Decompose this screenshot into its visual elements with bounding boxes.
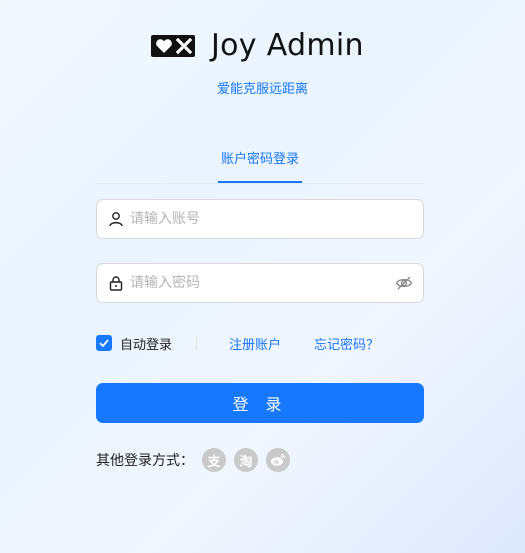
- account-input[interactable]: [130, 200, 423, 238]
- app-slogan: 爱能克服远距离: [216, 82, 308, 97]
- password-input[interactable]: [130, 264, 395, 302]
- login-button[interactable]: 登 录: [96, 383, 424, 423]
- remember-label[interactable]: 自动登录: [120, 334, 172, 353]
- other-login: 其他登录方式： 支 淘: [96, 447, 290, 473]
- register-link[interactable]: 注册账户: [229, 334, 281, 353]
- weibo-icon[interactable]: [266, 448, 290, 472]
- lock-icon: [108, 275, 124, 291]
- divider: [196, 336, 198, 350]
- other-login-label: 其他登录方式：: [96, 453, 194, 469]
- check-icon: [99, 339, 109, 348]
- eye-invisible-icon[interactable]: [395, 274, 413, 292]
- app-title: Joy Admin: [211, 28, 364, 63]
- app-logo: Joy Admin: [151, 26, 364, 66]
- login-tabs: 账户密码登录: [96, 150, 424, 184]
- password-field[interactable]: [96, 263, 424, 303]
- taobao-icon[interactable]: 淘: [234, 448, 258, 472]
- account-field[interactable]: [96, 199, 424, 239]
- remember-checkbox[interactable]: [96, 335, 112, 351]
- alipay-icon[interactable]: 支: [202, 448, 226, 472]
- forgot-password-link[interactable]: 忘记密码？: [314, 334, 379, 353]
- tab-account-password[interactable]: 账户密码登录: [218, 150, 302, 183]
- user-icon: [108, 211, 124, 227]
- login-options: 自动登录 注册账户 忘记密码？: [96, 333, 424, 353]
- logo-icon: [151, 35, 195, 57]
